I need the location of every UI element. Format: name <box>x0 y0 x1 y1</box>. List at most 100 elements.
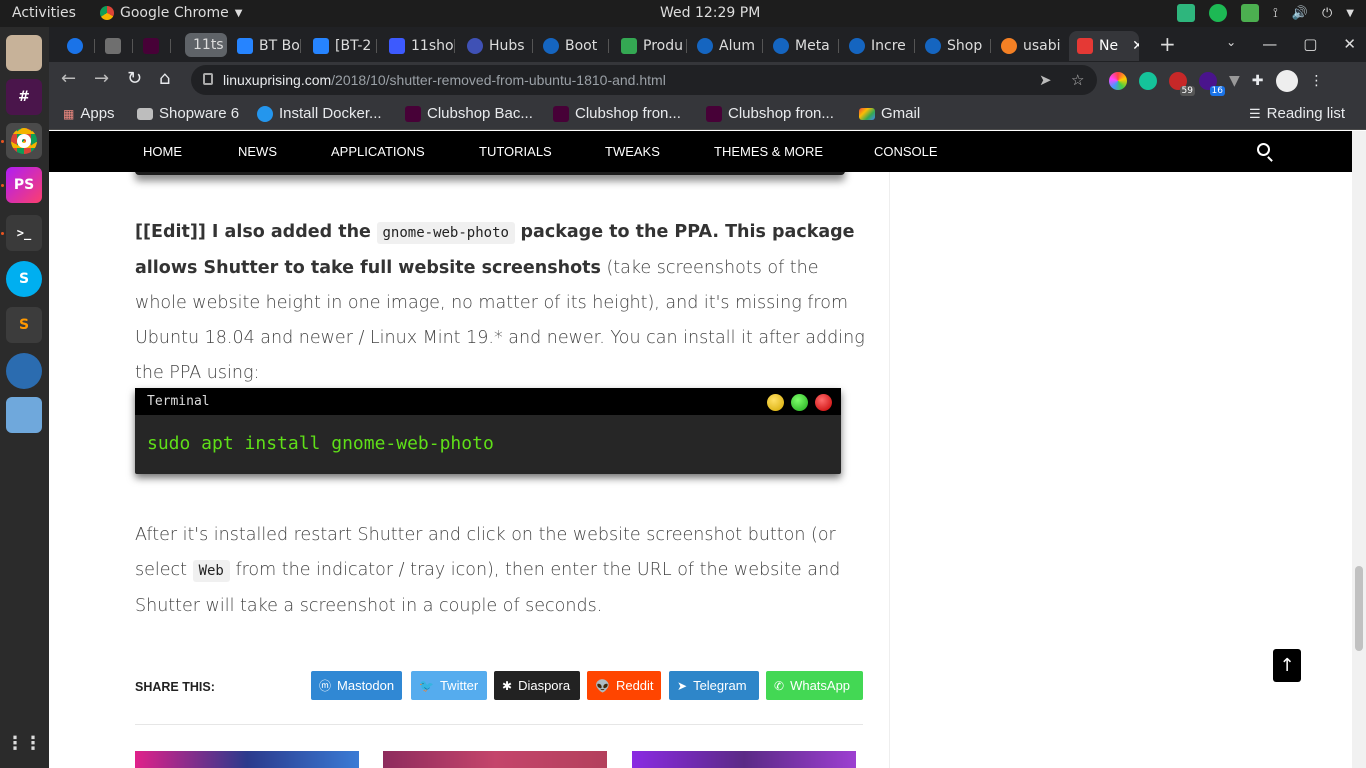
check-icon[interactable] <box>1240 4 1259 22</box>
reddit-icon: 👽 <box>595 678 610 693</box>
tab[interactable]: Incre <box>841 31 915 61</box>
files-icon[interactable] <box>6 35 42 71</box>
bookmark-item[interactable]: Clubshop Bac... <box>405 105 533 122</box>
site-navigation: HOME NEWS APPLICATIONS TUTORIALS TWEAKS … <box>49 131 1352 172</box>
minimize-icon[interactable]: — <box>1262 35 1277 53</box>
share-diaspora-button[interactable]: ✱ Diaspora <box>494 671 580 700</box>
tab-favicon <box>925 38 941 54</box>
tab[interactable] <box>59 31 95 61</box>
share-twitter-button[interactable]: 🐦 Twitter <box>411 671 487 700</box>
new-tab-icon[interactable]: + <box>1159 32 1176 56</box>
reading-list-label: Reading list <box>1266 105 1346 122</box>
tab[interactable]: 11ts <box>185 33 227 57</box>
tab[interactable]: 11sho <box>381 31 455 61</box>
settings-app-icon[interactable] <box>6 353 42 389</box>
slack-tray-icon[interactable] <box>1176 4 1195 22</box>
extension-icon[interactable]: 16 <box>1199 72 1225 96</box>
chrome-icon[interactable] <box>6 123 42 159</box>
nav-news[interactable]: NEWS <box>238 144 277 159</box>
volume-icon[interactable]: 🔊 <box>1292 6 1308 21</box>
profile-avatar[interactable] <box>1275 70 1298 92</box>
related-post-thumbnail[interactable] <box>383 751 607 768</box>
nav-tutorials[interactable]: TUTORIALS <box>479 144 552 159</box>
share-telegram-button[interactable]: ➤ Telegram <box>669 671 759 700</box>
share-button-label: Twitter <box>439 678 479 693</box>
url-text[interactable]: linuxuprising.com/2018/10/shutter-remove… <box>223 72 666 88</box>
page-scrollbar[interactable] <box>1352 131 1366 768</box>
nav-applications[interactable]: APPLICATIONS <box>331 144 425 159</box>
tab[interactable] <box>135 31 171 61</box>
bookmark-item[interactable]: Gmail <box>859 105 920 122</box>
related-post-thumbnail[interactable] <box>632 751 856 768</box>
nav-themes[interactable]: THEMES & MORE <box>714 144 823 159</box>
chevron-down-icon[interactable]: ▼ <box>1346 8 1354 19</box>
tab[interactable]: usabi <box>993 31 1067 61</box>
tab[interactable]: Hubs <box>459 31 533 61</box>
bookmark-item[interactable]: Clubshop fron... <box>553 105 681 122</box>
tab[interactable]: Meta <box>765 31 839 61</box>
nav-console[interactable]: CONSOLE <box>874 144 938 159</box>
related-post-thumbnail[interactable] <box>135 751 359 768</box>
whatsapp-icon: ✆ <box>774 678 785 693</box>
grammarly-icon[interactable] <box>1139 72 1157 90</box>
power-icon[interactable]: ⏻ <box>1322 6 1332 21</box>
tab[interactable]: [BT-2 <box>305 31 377 61</box>
scrollbar-thumb[interactable] <box>1355 566 1363 651</box>
gmail-icon <box>859 107 875 120</box>
puzzle-extensions-icon[interactable]: ✚ <box>1252 73 1264 89</box>
terminal-icon[interactable]: >_ <box>6 215 42 251</box>
skype-icon[interactable]: S <box>6 261 42 297</box>
tab-label: usabi <box>1023 38 1061 54</box>
vue-devtools-icon[interactable]: ▼ <box>1229 73 1240 89</box>
forward-icon[interactable]: → <box>94 68 109 89</box>
tab[interactable]: Shop <box>917 31 991 61</box>
share-reddit-button[interactable]: 👽 Reddit <box>587 671 661 700</box>
bookmark-star-icon[interactable]: ☆ <box>1071 71 1084 89</box>
scroll-to-top-button[interactable]: ↑ <box>1273 649 1301 682</box>
clock[interactable]: Wed 12:29 PM <box>660 5 760 21</box>
bookmark-item[interactable]: Install Docker... <box>257 105 382 122</box>
window-controls: ⌄ — ▢ ✕ <box>1226 35 1356 53</box>
home-icon[interactable]: ⌂ <box>159 68 170 89</box>
network-icon[interactable]: ⟟ <box>1273 6 1278 21</box>
app-menu[interactable]: Google Chrome ▼ <box>100 5 242 21</box>
send-to-devices-icon[interactable]: ➤ <box>1039 71 1052 89</box>
bookmark-apps[interactable]: ▦ Apps <box>63 105 115 122</box>
address-bar[interactable]: linuxuprising.com/2018/10/shutter-remove… <box>191 65 1097 95</box>
tab[interactable]: BT Bo <box>229 31 301 61</box>
show-apps-icon[interactable]: ⋮⋮ <box>6 725 42 761</box>
tab[interactable]: Alum <box>689 31 763 61</box>
reading-list[interactable]: ☰ Reading list <box>1249 105 1345 122</box>
extension-icon[interactable]: 59 <box>1169 72 1195 96</box>
tab[interactable] <box>97 31 133 61</box>
activities-button[interactable]: Activities <box>12 5 76 21</box>
share-mastodon-button[interactable]: ⓜ Mastodon <box>311 671 402 700</box>
nav-home[interactable]: HOME <box>143 144 182 159</box>
back-icon[interactable]: ← <box>61 68 76 89</box>
tab[interactable]: Produ <box>613 31 687 61</box>
nav-tweaks[interactable]: TWEAKS <box>605 144 660 159</box>
bookmark-folder[interactable]: Shopware 6 <box>137 105 239 122</box>
gnome-top-bar: Activities Google Chrome ▼ Wed 12:29 PM … <box>0 0 1366 27</box>
reload-icon[interactable]: ↻ <box>127 68 142 89</box>
tab-label: [BT-2 <box>335 38 372 54</box>
tab-active[interactable]: Ne ✕ <box>1069 31 1139 61</box>
terminal-title: Terminal <box>147 394 210 409</box>
recycle-icon[interactable] <box>1208 4 1227 22</box>
tab-favicon <box>773 38 789 54</box>
bookmark-item[interactable]: Clubshop fron... <box>706 105 834 122</box>
search-icon[interactable] <box>1257 143 1270 156</box>
tab[interactable]: Boot <box>535 31 609 61</box>
tab-search-icon[interactable]: ⌄ <box>1226 35 1236 53</box>
image-viewer-icon[interactable] <box>6 397 42 433</box>
terminal-command[interactable]: sudo apt install gnome-web-photo <box>147 433 494 454</box>
sublime-icon[interactable]: S <box>6 307 42 343</box>
close-tab-icon[interactable]: ✕ <box>1132 38 1139 54</box>
kebab-menu-icon[interactable]: ⋮ <box>1310 73 1324 89</box>
share-whatsapp-button[interactable]: ✆ WhatsApp <box>766 671 863 700</box>
maximize-icon[interactable]: ▢ <box>1303 35 1317 53</box>
phpstorm-icon[interactable]: PS <box>6 167 42 203</box>
close-icon[interactable]: ✕ <box>1343 35 1356 53</box>
color-picker-extension-icon[interactable] <box>1109 72 1127 90</box>
slack-icon[interactable]: # <box>6 79 42 115</box>
